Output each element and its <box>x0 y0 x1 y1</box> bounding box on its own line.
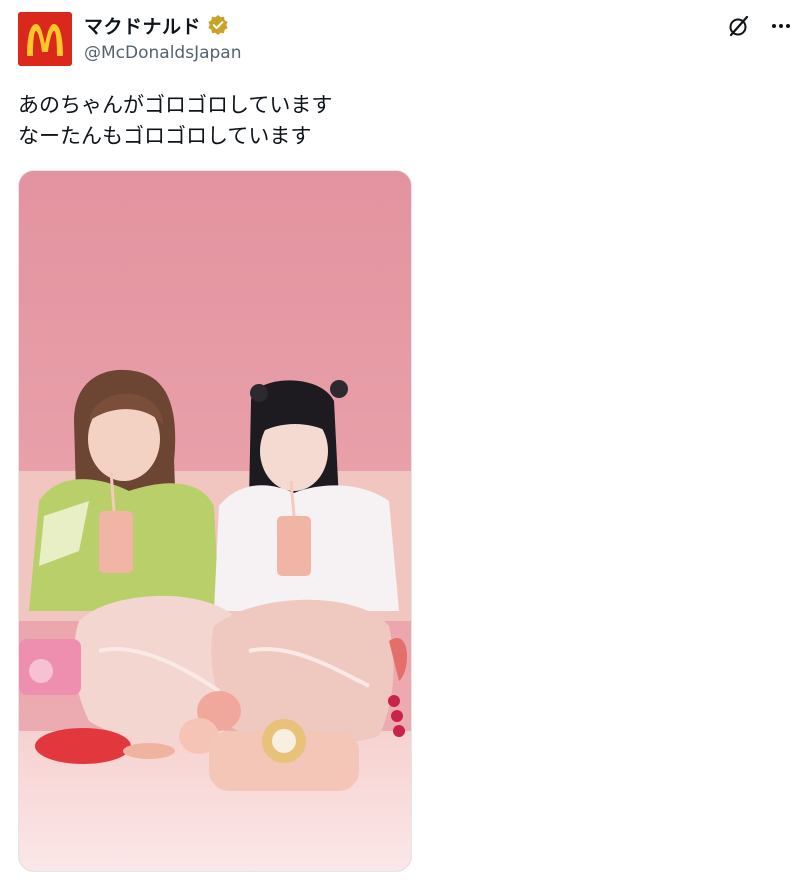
author-display-name[interactable]: マクドナルド <box>84 12 201 39</box>
author-handle[interactable]: @McDonaldsJapan <box>84 43 241 63</box>
mcdonalds-logo-icon[interactable] <box>18 12 72 66</box>
tweet-text-line: なーたんもゴロゴロしています <box>18 124 312 148</box>
verified-badge-icon[interactable] <box>207 14 229 36</box>
header-actions <box>725 12 795 40</box>
tweet-text: あのちゃんがゴロゴロしています なーたんもゴロゴロしています <box>18 90 332 152</box>
tweet: マクドナルド @McDonaldsJapan あのちゃんがゴロゴロしています な… <box>0 0 811 887</box>
grok-icon[interactable] <box>725 12 753 40</box>
tweet-media-image[interactable] <box>18 170 412 872</box>
tweet-text-line: あのちゃんがゴロゴロしています <box>18 93 333 117</box>
photo-illustration <box>19 171 411 871</box>
more-options-icon[interactable] <box>767 12 795 40</box>
author-name-row[interactable]: マクドナルド <box>84 12 229 38</box>
